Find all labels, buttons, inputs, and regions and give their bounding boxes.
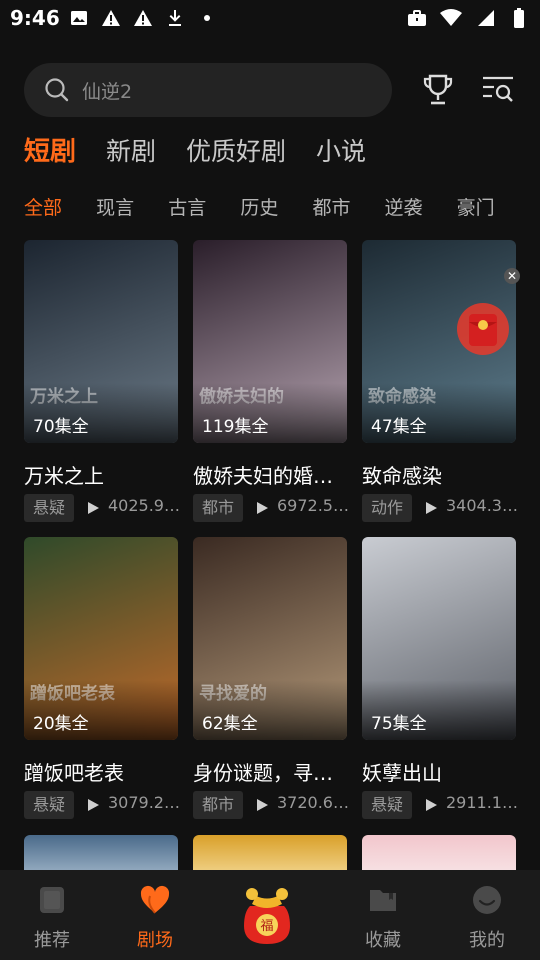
profile-icon bbox=[473, 886, 501, 914]
category-modern-romance[interactable]: 现言 bbox=[96, 194, 134, 222]
play-icon bbox=[257, 799, 268, 811]
warning-icon bbox=[132, 8, 154, 28]
category-history[interactable]: 历史 bbox=[240, 194, 278, 222]
drama-poster[interactable]: 蹭饭吧老表20集全 bbox=[24, 537, 178, 740]
nav-label: 推荐 bbox=[34, 930, 70, 951]
view-count: 3404.3… bbox=[446, 496, 518, 515]
drama-title[interactable]: 万米之上 bbox=[24, 460, 178, 489]
category-ancient-romance[interactable]: 古言 bbox=[168, 194, 206, 222]
system-icons bbox=[406, 8, 530, 28]
category-filter: 全部 现言 古言 历史 都市 逆袭 豪门 bbox=[24, 194, 540, 224]
nav-recommend[interactable]: 推荐 bbox=[2, 870, 102, 960]
nav-label: 我的 bbox=[469, 930, 505, 951]
genre-tag: 悬疑 bbox=[24, 494, 75, 522]
lucky-bag-icon[interactable]: 福 bbox=[236, 882, 298, 948]
nav-label: 收藏 bbox=[365, 930, 401, 951]
genre-tag: 悬疑 bbox=[362, 791, 413, 819]
view-count: 3720.6… bbox=[277, 793, 349, 812]
tab-novel[interactable]: 小说 bbox=[316, 134, 366, 170]
genre-tag: 动作 bbox=[362, 494, 413, 522]
drama-title[interactable]: 蹭饭吧老表 bbox=[24, 757, 178, 786]
search-bar[interactable]: 仙逆2 bbox=[24, 63, 392, 117]
drama-card-partial[interactable] bbox=[362, 835, 516, 875]
episode-count: 47集全 bbox=[371, 417, 427, 437]
category-counterattack[interactable]: 逆袭 bbox=[385, 194, 423, 222]
episode-count: 119集全 bbox=[202, 417, 269, 437]
signal-icon bbox=[474, 8, 496, 28]
dot-icon bbox=[196, 8, 218, 28]
view-count: 2911.1… bbox=[446, 793, 518, 812]
search-input[interactable]: 仙逆2 bbox=[82, 77, 132, 104]
main-tabs: 短剧 新剧 优质好剧 小说 bbox=[24, 134, 396, 170]
drama-card-partial[interactable] bbox=[193, 835, 347, 875]
download-icon bbox=[164, 8, 186, 28]
image-icon bbox=[68, 8, 90, 28]
episode-count: 75集全 bbox=[371, 714, 427, 734]
drama-title[interactable]: 身份谜题，寻找… bbox=[193, 757, 347, 786]
drama-title[interactable]: 致命感染 bbox=[362, 460, 516, 489]
play-icon bbox=[257, 502, 268, 514]
warning-icon bbox=[100, 8, 122, 28]
trophy-icon[interactable] bbox=[420, 72, 456, 108]
wifi-icon bbox=[440, 8, 462, 28]
tab-new-drama[interactable]: 新剧 bbox=[106, 134, 156, 170]
episode-count: 62集全 bbox=[202, 714, 258, 734]
theater-heart-icon bbox=[140, 885, 170, 914]
play-icon bbox=[88, 799, 99, 811]
category-wealthy-family[interactable]: 豪门 bbox=[457, 194, 495, 222]
genre-tag: 都市 bbox=[193, 494, 244, 522]
drama-title[interactable]: 妖孽出山 bbox=[362, 757, 516, 786]
drama-poster[interactable]: 傲娇夫妇的119集全 bbox=[193, 240, 347, 443]
genre-tag: 都市 bbox=[193, 791, 244, 819]
drama-poster[interactable]: 寻找爱的62集全 bbox=[193, 537, 347, 740]
view-count: 6972.5… bbox=[277, 496, 349, 515]
drama-title[interactable]: 傲娇夫妇的婚后… bbox=[193, 460, 347, 489]
category-all[interactable]: 全部 bbox=[24, 194, 62, 222]
play-icon bbox=[88, 502, 99, 514]
drama-card-partial[interactable] bbox=[24, 835, 178, 875]
tab-short-drama[interactable]: 短剧 bbox=[24, 134, 76, 170]
nav-favorites[interactable]: 收藏 bbox=[333, 870, 433, 960]
category-urban[interactable]: 都市 bbox=[312, 194, 350, 222]
notification-icons bbox=[68, 8, 218, 28]
status-time: 9:46 bbox=[10, 6, 60, 30]
genre-tag: 悬疑 bbox=[24, 791, 75, 819]
view-count: 3079.2… bbox=[108, 793, 180, 812]
close-icon[interactable]: ✕ bbox=[504, 268, 520, 284]
list-search-icon[interactable] bbox=[480, 72, 516, 108]
battery-icon bbox=[508, 8, 530, 28]
view-count: 4025.9… bbox=[108, 496, 180, 515]
drama-poster[interactable]: 75集全 bbox=[362, 537, 516, 740]
episode-count: 70集全 bbox=[33, 417, 89, 437]
play-icon bbox=[426, 799, 437, 811]
svg-text:福: 福 bbox=[260, 919, 273, 934]
search-icon bbox=[45, 78, 69, 102]
episode-count: 20集全 bbox=[33, 714, 89, 734]
drama-poster[interactable]: 万米之上70集全 bbox=[24, 240, 178, 443]
folder-icon bbox=[370, 890, 396, 911]
status-bar: 9:46 bbox=[0, 0, 540, 36]
play-icon bbox=[426, 502, 437, 514]
red-packet-icon[interactable] bbox=[454, 300, 512, 358]
briefcase-icon bbox=[406, 8, 428, 28]
recommend-icon bbox=[40, 887, 64, 913]
nav-profile[interactable]: 我的 bbox=[437, 870, 537, 960]
nav-label: 剧场 bbox=[137, 930, 173, 951]
tab-quality-drama[interactable]: 优质好剧 bbox=[186, 134, 286, 170]
nav-theater[interactable]: 剧场 bbox=[105, 870, 205, 960]
